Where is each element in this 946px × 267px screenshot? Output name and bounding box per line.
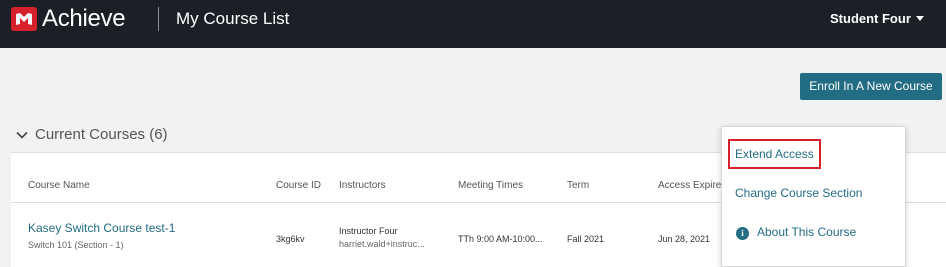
column-header-meeting-times: Meeting Times [458,180,524,191]
instructor-name-cell: Instructor Four [339,226,398,236]
chevron-down-icon[interactable] [15,128,29,142]
current-courses-heading[interactable]: Current Courses (6) [35,126,168,143]
top-navigation-bar: Achieve My Course List Student Four [0,0,946,48]
column-header-instructors: Instructors [339,180,386,191]
page-title: My Course List [176,9,290,28]
column-header-access-expires: Access Expires [658,180,727,191]
course-actions-menu: Extend Access Change Course Section i Ab… [721,126,906,267]
course-name-link[interactable]: Kasey Switch Course test-1 [28,221,175,235]
about-this-course-menu-item[interactable]: About This Course [757,225,856,239]
column-header-course-id: Course ID [276,180,322,191]
extend-access-menu-item[interactable]: Extend Access [735,147,814,161]
column-header-term: Term [567,180,590,191]
caret-down-icon[interactable] [916,16,924,21]
change-course-section-menu-item[interactable]: Change Course Section [735,186,862,200]
access-expires-cell: Jun 28, 2021 [658,234,711,244]
achieve-logo-icon[interactable] [11,7,37,31]
instructor-email-cell: harriet.wald+instruc... [339,239,425,249]
term-cell: Fall 2021 [567,234,605,244]
header-divider [158,7,159,31]
meeting-times-cell: TTh 9:00 AM-10:00... [458,234,543,244]
user-menu-button[interactable]: Student Four [830,11,911,26]
info-icon[interactable]: i [736,227,749,240]
course-section-text: Switch 101 (Section - 1) [28,240,124,250]
column-header-course-name: Course Name [28,180,90,191]
brand-name[interactable]: Achieve [42,5,126,33]
enroll-new-course-button[interactable]: Enroll In A New Course [800,73,942,100]
course-id-cell: 3kg6kv [276,234,305,244]
